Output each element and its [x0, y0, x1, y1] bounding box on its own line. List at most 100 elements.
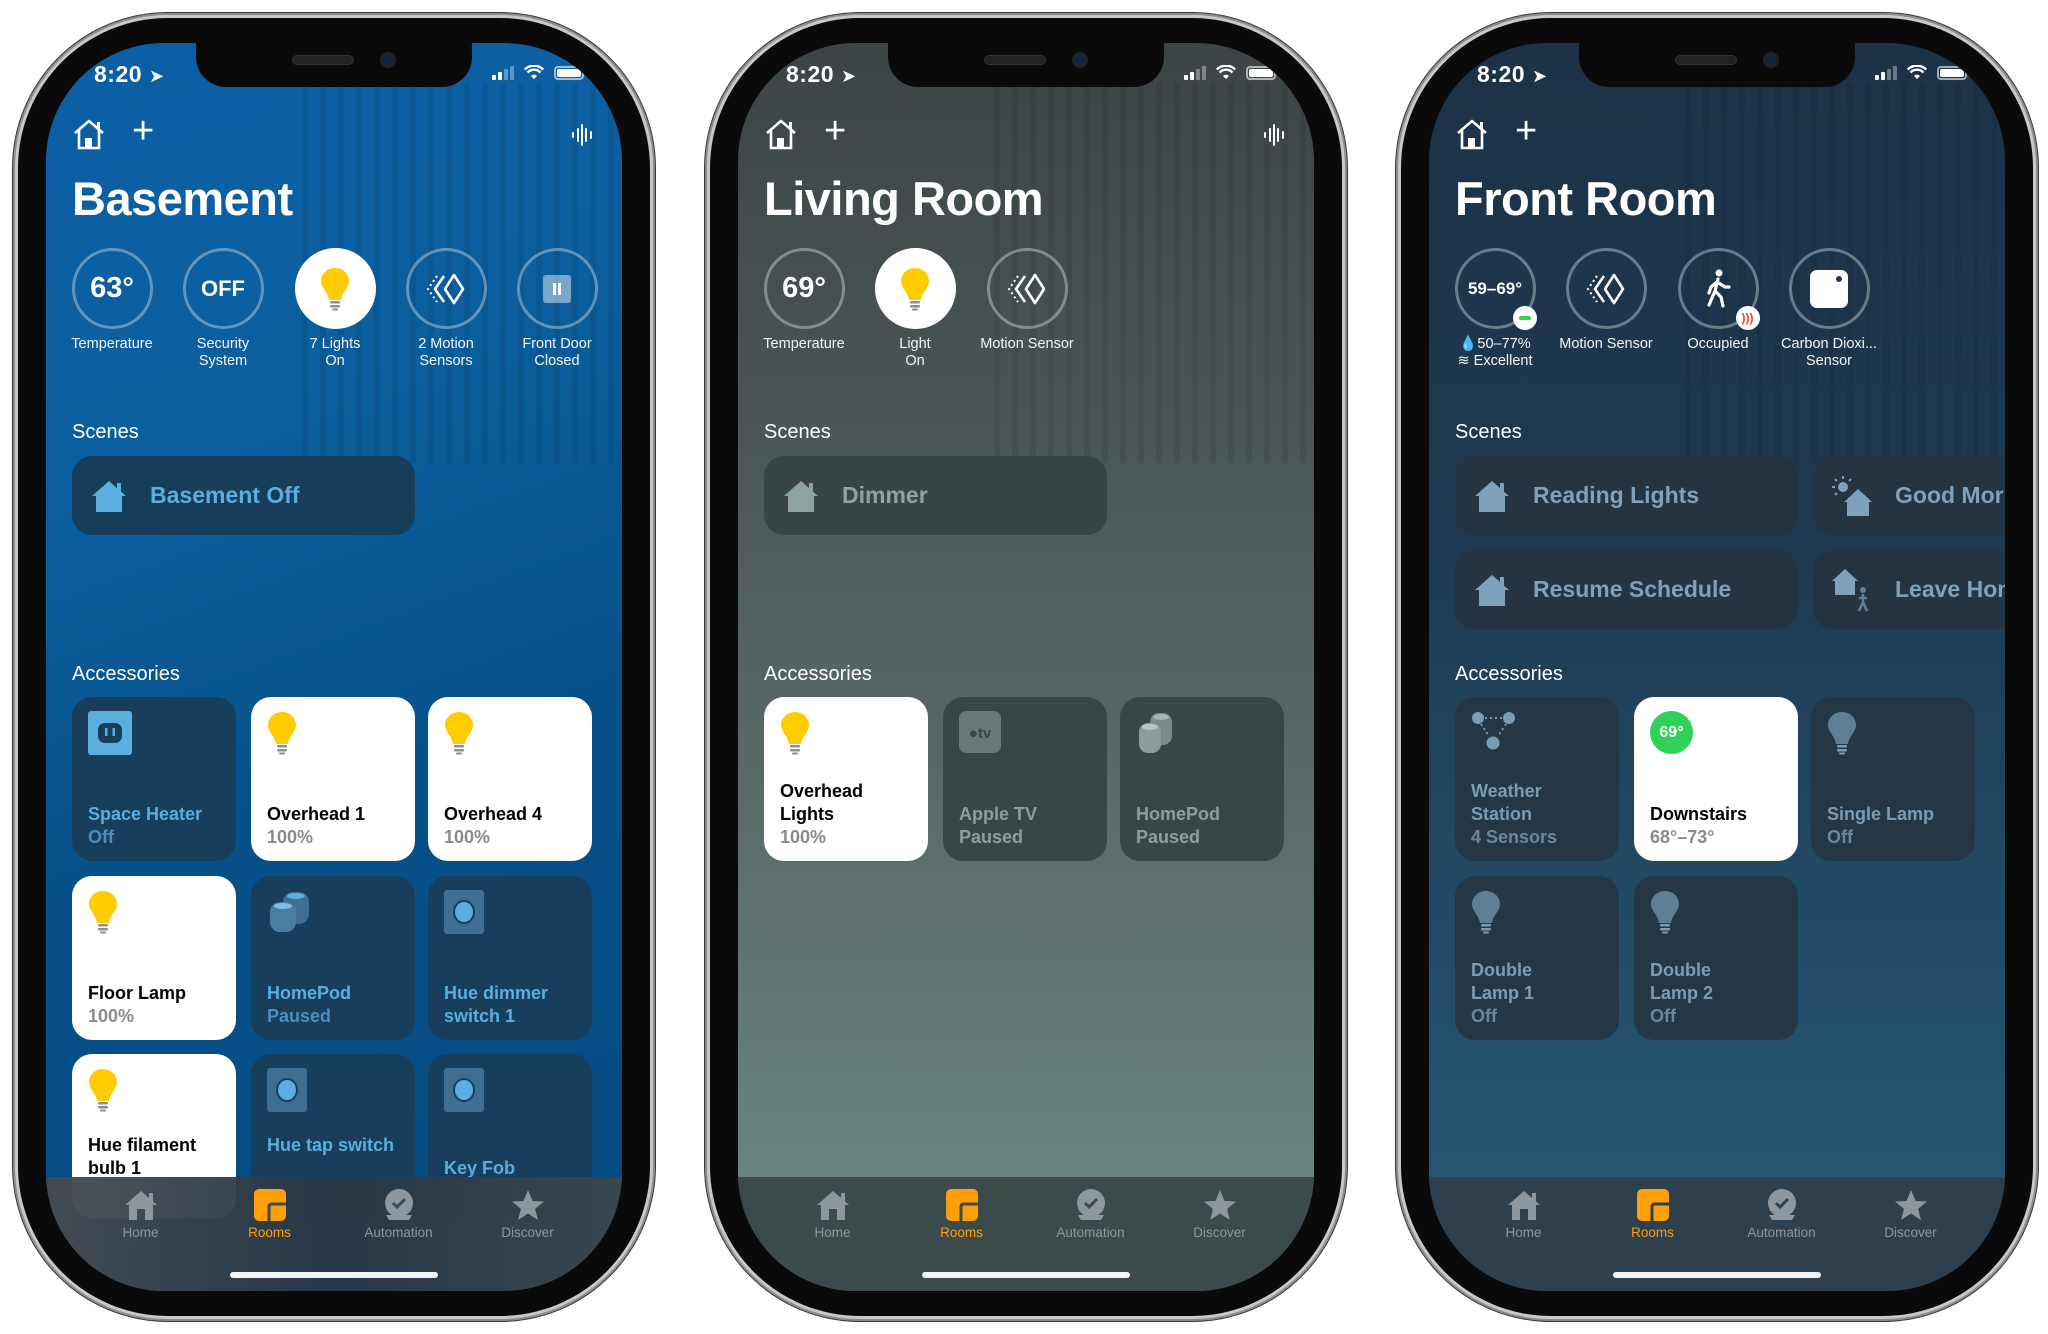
status-front-door[interactable]: Front Door Closed: [502, 248, 612, 370]
waveform-icon: [572, 124, 592, 146]
home-icon: [816, 1191, 849, 1220]
svg-text:●tv: ●tv: [969, 725, 992, 742]
accessory-tile[interactable]: Single Lamp Off: [1811, 697, 1975, 861]
tab-home[interactable]: Home: [86, 1185, 196, 1291]
motion-sensor-icon: [426, 273, 465, 304]
phone-living-room: 8:20 ➤ + Living Room 69° Temperature Lig…: [710, 18, 1342, 1316]
accessories-heading: Accessories: [72, 663, 180, 685]
house-outline-icon: [1457, 119, 1487, 150]
co2-sensor-icon: [1810, 269, 1848, 308]
tab-discover[interactable]: Discover: [1165, 1185, 1275, 1291]
rooms-icon: [1636, 1189, 1669, 1221]
status-lights[interactable]: 7 Lights On: [280, 248, 390, 370]
accessory-tile[interactable]: HomePod Paused: [1120, 697, 1284, 861]
accessories-heading: Accessories: [764, 663, 872, 685]
scene-house-icon: [92, 480, 126, 512]
screen: 8:20 ➤ + Living Room 69° Temperature Lig…: [738, 43, 1314, 1291]
lightbulb-icon: [1651, 891, 1679, 934]
status-climate[interactable]: 59–69° 💧50–77% ≋ Excellent: [1440, 248, 1550, 370]
scene-good-morning[interactable]: Good Morning: [1813, 456, 2005, 535]
accessory-tile[interactable]: Space Heater Off: [72, 697, 236, 861]
scene-house-icon: [784, 480, 818, 512]
walking-person-icon: [1707, 269, 1731, 308]
automation-icon: [384, 1189, 413, 1220]
status-time: 8:20 ➤: [1477, 61, 1548, 87]
location-arrow-icon: ➤: [148, 66, 165, 86]
wifi-icon: [1216, 65, 1236, 79]
intercom-button[interactable]: [570, 123, 594, 152]
scene-leave-home[interactable]: Leave Home: [1813, 550, 2005, 629]
accessory-tile[interactable]: Overhead Lights 100%: [764, 697, 928, 861]
room-title: Basement: [72, 172, 293, 225]
add-button[interactable]: +: [132, 112, 154, 150]
rooms-icon: [945, 1189, 978, 1221]
status-light[interactable]: Light On: [860, 248, 970, 370]
scenes-heading: Scenes: [1455, 421, 1522, 443]
room-title: Front Room: [1455, 172, 1717, 225]
notch: [196, 43, 472, 87]
waveform-icon: [1264, 124, 1284, 146]
location-arrow-icon: ➤: [840, 66, 857, 86]
status-motion-sensor[interactable]: Motion Sensor: [1551, 248, 1661, 353]
status-occupancy[interactable]: ))) Occupied: [1663, 248, 1773, 353]
lightbulb-icon: [89, 891, 117, 934]
tab-home[interactable]: Home: [1469, 1185, 1579, 1291]
home-indicator[interactable]: [230, 1272, 438, 1278]
motion-sensor-icon: [1586, 273, 1625, 304]
intercom-button[interactable]: [1262, 123, 1286, 152]
add-button[interactable]: +: [1515, 112, 1537, 150]
add-button[interactable]: +: [824, 112, 846, 150]
scene-resume-schedule[interactable]: Resume Schedule: [1455, 550, 1798, 629]
home-settings-button[interactable]: [764, 118, 798, 155]
screen: 8:20 ➤ + Basement 63° Temperature OFF Se…: [46, 43, 622, 1291]
accessory-tile[interactable]: 69° Downstairs 68°–73°: [1634, 697, 1798, 861]
status-security-system[interactable]: OFF Security System: [168, 248, 278, 370]
door-closed-icon: [543, 274, 571, 303]
wifi-icon: [1907, 65, 1927, 79]
battery-icon: [1246, 65, 1279, 80]
status-motion-sensor[interactable]: Motion Sensor: [972, 248, 1082, 353]
tab-discover[interactable]: Discover: [473, 1185, 583, 1291]
cellular-signal-icon: [492, 65, 514, 80]
home-indicator[interactable]: [1613, 1272, 1821, 1278]
automation-icon: [1076, 1189, 1105, 1220]
tab-discover[interactable]: Discover: [1856, 1185, 1966, 1291]
home-settings-button[interactable]: [1455, 118, 1489, 155]
screen: 8:20 ➤ + Front Room 59–69° 💧50–77% ≋ Exce…: [1429, 43, 2005, 1291]
room-title: Living Room: [764, 172, 1044, 225]
house-outline-icon: [74, 119, 104, 150]
wifi-icon: [524, 65, 544, 79]
home-indicator[interactable]: [922, 1272, 1130, 1278]
accessory-tile[interactable]: Double Lamp 2 Off: [1634, 876, 1798, 1040]
status-motion-sensors[interactable]: 2 Motion Sensors: [391, 248, 501, 370]
status-temperature[interactable]: 69° Temperature: [749, 248, 859, 353]
accessory-tile[interactable]: Weather Station 4 Sensors: [1455, 697, 1619, 861]
status-time: 8:20 ➤: [94, 61, 165, 87]
accessory-tile[interactable]: Overhead 4 100%: [428, 697, 592, 861]
occupancy-alert-badge: ))): [1735, 306, 1760, 330]
appletv-icon: ●tv: [959, 711, 1001, 753]
switch-icon: [267, 1068, 307, 1112]
lightbulb-icon: [321, 267, 349, 310]
location-arrow-icon: ➤: [1531, 66, 1548, 86]
accessory-tile[interactable]: Floor Lamp 100%: [72, 876, 236, 1040]
scene-dimmer[interactable]: Dimmer: [764, 456, 1107, 535]
scene-basement-off[interactable]: Basement Off: [72, 456, 415, 535]
accessory-tile[interactable]: HomePod Paused: [251, 876, 415, 1040]
scene-reading-lights[interactable]: Reading Lights: [1455, 456, 1798, 535]
home-settings-button[interactable]: [72, 118, 106, 155]
lightbulb-icon: [1472, 891, 1500, 934]
star-icon: [1203, 1190, 1236, 1220]
outlet-icon: [88, 711, 132, 755]
status-temperature[interactable]: 63° Temperature: [57, 248, 167, 353]
accessory-tile[interactable]: Hue dimmer switch 1: [428, 876, 592, 1040]
air-quality-wind-icon: ≋: [1457, 353, 1470, 369]
accessory-tile[interactable]: Overhead 1 100%: [251, 697, 415, 861]
lightbulb-icon: [445, 712, 473, 755]
automation-icon: [1767, 1189, 1796, 1220]
tab-home[interactable]: Home: [778, 1185, 888, 1291]
humidity-drop-icon: 💧: [1459, 336, 1478, 352]
accessory-tile[interactable]: Double Lamp 1 Off: [1455, 876, 1619, 1040]
accessory-tile[interactable]: ●tv Apple TV Paused: [943, 697, 1107, 861]
status-co2-sensor[interactable]: Carbon Dioxi... Sensor: [1774, 248, 1884, 370]
